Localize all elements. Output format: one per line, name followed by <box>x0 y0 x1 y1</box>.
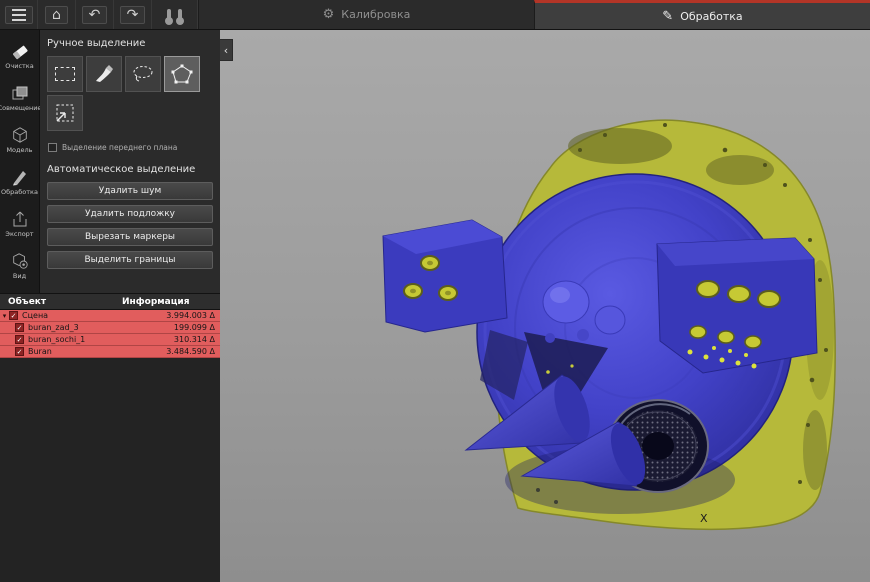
undo-button[interactable]: ↶ <box>76 0 114 29</box>
right-wing-panel <box>657 238 817 373</box>
redo-icon: ↷ <box>127 8 139 22</box>
object-name: Buran <box>28 347 52 356</box>
info-column-header: Информация <box>122 297 190 307</box>
cut-markers-button[interactable]: Вырезать маркеры <box>47 228 213 246</box>
mode-sidebar: Очистка Совмещение М <box>0 30 40 293</box>
left-wing-panel <box>383 220 507 332</box>
home-icon: ⌂ <box>52 8 61 22</box>
model-buran-scan[interactable]: X <box>383 120 835 529</box>
left-panel: Очистка Совмещение М <box>0 30 220 582</box>
object-info-value: 3.994.003 Δ <box>166 311 220 320</box>
lasso-icon <box>131 64 155 84</box>
object-name: buran_zad_3 <box>28 323 79 332</box>
manual-tools-row-1 <box>47 56 213 92</box>
stylus-icon <box>10 168 30 186</box>
object-row[interactable]: ✓ buran_sochi_1 310.314 Δ <box>0 334 220 346</box>
3d-scene-canvas[interactable]: X <box>220 30 870 582</box>
sidebar-item-label: Экспорт <box>5 230 33 238</box>
checkbox-icon <box>48 143 57 152</box>
object-name: buran_sochi_1 <box>28 335 85 344</box>
sidebar-item-label: Совмещение <box>0 104 41 112</box>
sidebar-item-cleaning[interactable]: Очистка <box>0 35 40 77</box>
redo-button[interactable]: ↷ <box>114 0 152 29</box>
sidebar-item-processing[interactable]: Обработка <box>0 161 40 203</box>
sidebar-item-export[interactable]: Экспорт <box>0 203 40 245</box>
object-name: Сцена <box>22 311 48 320</box>
sidebar-item-label: Модель <box>6 146 32 154</box>
temperature-indicator <box>152 0 198 29</box>
main-menu-button[interactable] <box>0 0 38 29</box>
marquee-icon <box>55 67 75 81</box>
thermometer-icon <box>178 9 182 21</box>
brush-icon <box>93 63 115 85</box>
sidebar-item-view[interactable]: Вид <box>0 245 40 287</box>
hamburger-icon <box>5 6 33 24</box>
expand-icon[interactable]: ▾ <box>0 312 9 320</box>
remove-noise-button[interactable]: Удалить шум <box>47 182 213 200</box>
remove-base-button[interactable]: Удалить подложку <box>47 205 213 223</box>
row-checkbox[interactable]: ✓ <box>15 335 24 344</box>
object-info-value: 199.099 Δ <box>174 323 220 332</box>
3d-viewport[interactable]: X ‹ <box>220 30 870 582</box>
row-checkbox[interactable]: ✓ <box>15 323 24 332</box>
app-window: ⌂ ↶ ↷ ⚙ Калибровка ✎ Обработка <box>0 0 870 582</box>
tab-processing-label: Обработка <box>680 10 742 23</box>
export-icon <box>10 210 30 228</box>
home-button[interactable]: ⌂ <box>38 0 76 29</box>
alignment-icon <box>10 84 30 102</box>
pencil-icon: ✎ <box>662 10 673 23</box>
sidebar-item-label: Очистка <box>5 62 33 70</box>
object-panel: Объект Информация ▾ ✓ Сцена 3.994.003 Δ … <box>0 293 220 582</box>
sidebar-item-alignment[interactable]: Совмещение <box>0 77 40 119</box>
polygon-select-tool[interactable] <box>164 56 200 92</box>
tab-processing[interactable]: ✎ Обработка <box>534 0 870 29</box>
object-panel-header: Объект Информация <box>0 293 220 310</box>
object-info-value: 3.484.590 Δ <box>166 347 220 356</box>
panel-collapse-button[interactable]: ‹ <box>220 39 233 61</box>
object-row[interactable]: ✓ Buran 3.484.590 Δ <box>0 346 220 358</box>
top-toolbar: ⌂ ↶ ↷ ⚙ Калибровка ✎ Обработка <box>0 0 870 30</box>
object-row[interactable]: ✓ buran_zad_3 199.099 Δ <box>0 322 220 334</box>
sidebar-item-label: Вид <box>13 272 26 280</box>
object-list-empty-area <box>0 358 220 582</box>
row-checkbox[interactable]: ✓ <box>9 311 18 320</box>
brush-select-tool[interactable] <box>86 56 122 92</box>
eraser-icon <box>10 42 30 60</box>
tab-calibration-label: Калибровка <box>341 8 410 21</box>
polygon-icon <box>170 63 194 85</box>
cutoff-plane-tool[interactable] <box>47 95 83 131</box>
undo-icon: ↶ <box>89 8 101 22</box>
foreground-selection-label: Выделение переднего плана <box>62 143 177 152</box>
cube-icon <box>10 126 30 144</box>
lasso-select-tool[interactable] <box>125 56 161 92</box>
object-column-header: Объект <box>0 297 122 307</box>
sidebar-item-model[interactable]: Модель <box>0 119 40 161</box>
view-cube-icon <box>10 252 30 270</box>
auto-selection-title: Автоматическое выделение <box>47 164 213 175</box>
select-boundaries-button[interactable]: Выделить границы <box>47 251 213 269</box>
selection-panel: Ручное выделение <box>40 30 220 293</box>
manual-selection-title: Ручное выделение <box>47 38 213 49</box>
sidebar-item-label: Обработка <box>1 188 38 196</box>
axis-x-label: X <box>700 512 708 525</box>
tab-calibration[interactable]: ⚙ Калибровка <box>198 0 534 29</box>
foreground-selection-checkbox[interactable]: Выделение переднего плана <box>48 143 212 152</box>
rect-select-tool[interactable] <box>47 56 83 92</box>
thermometer-icon <box>167 9 171 21</box>
cutoff-plane-icon <box>53 101 77 125</box>
object-info-value: 310.314 Δ <box>174 335 220 344</box>
gear-icon: ⚙ <box>323 8 335 21</box>
manual-tools-row-2 <box>47 95 213 131</box>
row-checkbox[interactable]: ✓ <box>15 347 24 356</box>
object-row-scene[interactable]: ▾ ✓ Сцена 3.994.003 Δ <box>0 310 220 322</box>
